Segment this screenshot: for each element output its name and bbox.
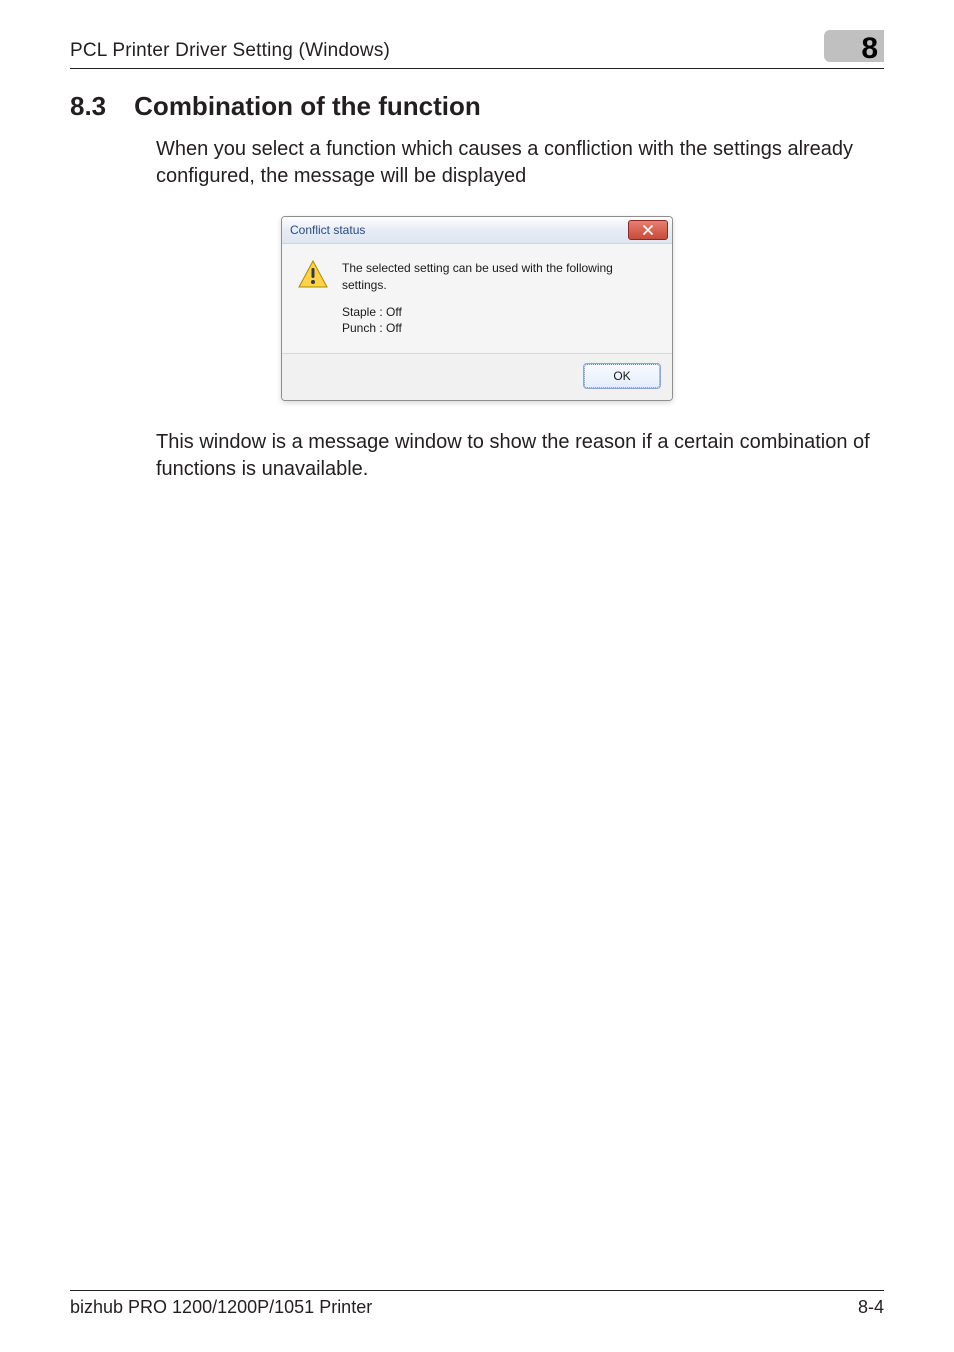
conflict-status-dialog: Conflict status The selected settin bbox=[281, 216, 673, 401]
chapter-number: 8 bbox=[861, 32, 878, 66]
footer-separator bbox=[70, 1290, 884, 1291]
chapter-badge: 8 bbox=[824, 30, 884, 62]
ok-button[interactable]: OK bbox=[584, 364, 660, 388]
close-button[interactable] bbox=[628, 220, 668, 240]
close-icon bbox=[643, 225, 653, 235]
dialog-setting-staple: Staple : Off bbox=[342, 304, 656, 321]
running-header: PCL Printer Driver Setting (Windows) bbox=[70, 40, 390, 62]
dialog-setting-punch: Punch : Off bbox=[342, 320, 656, 337]
section-intro: When you select a function which causes … bbox=[156, 136, 884, 190]
dialog-title: Conflict status bbox=[290, 223, 365, 237]
warning-icon bbox=[298, 260, 328, 337]
section-number: 8.3 bbox=[70, 91, 106, 122]
ok-button-label: OK bbox=[613, 369, 630, 383]
footer-product: bizhub PRO 1200/1200P/1051 Printer bbox=[70, 1297, 372, 1318]
dialog-message: The selected setting can be used with th… bbox=[342, 260, 656, 294]
footer-page-number: 8-4 bbox=[858, 1297, 884, 1318]
section-title: Combination of the function bbox=[134, 91, 481, 122]
dialog-titlebar: Conflict status bbox=[282, 217, 672, 244]
header-separator bbox=[70, 68, 884, 69]
section-outro: This window is a message window to show … bbox=[156, 429, 884, 483]
